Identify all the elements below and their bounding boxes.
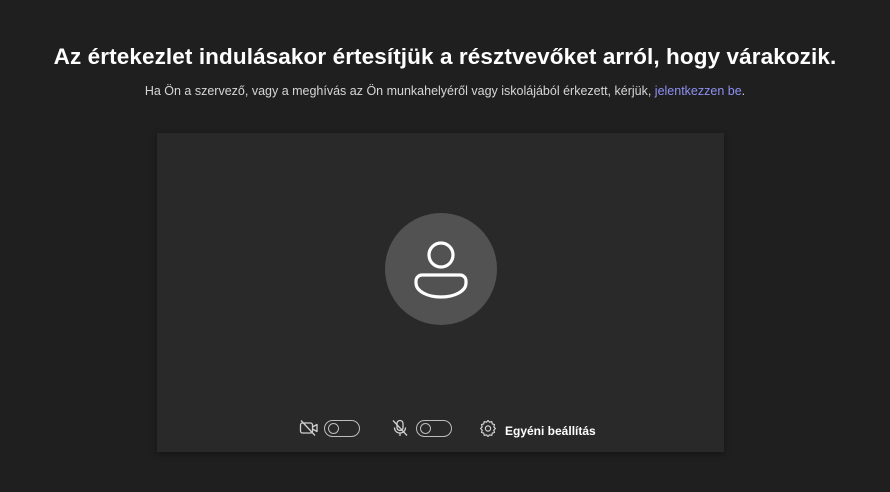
custom-settings-button[interactable]: Egyéni beállítás [505, 424, 596, 438]
page-title: Az értekezlet indulásakor értesítjük a r… [53, 44, 837, 69]
camera-toggle[interactable] [324, 420, 360, 437]
camera-toggle-knob [328, 423, 339, 434]
video-preview: Egyéni beállítás [157, 133, 724, 452]
avatar [385, 213, 497, 325]
person-icon [414, 241, 468, 299]
page-subtitle: Ha Ön a szervező, vagy a meghívás az Ön … [0, 84, 890, 98]
mic-toggle[interactable] [416, 420, 452, 437]
camera-off-icon[interactable] [299, 419, 319, 437]
mic-toggle-knob [420, 423, 431, 434]
subtitle-suffix: . [741, 84, 746, 98]
gear-icon[interactable] [479, 419, 497, 437]
mic-off-icon[interactable] [391, 419, 409, 437]
signin-link[interactable]: jelentkezzen be [655, 84, 742, 98]
subtitle-text: Ha Ön a szervező, vagy a meghívás az Ön … [144, 84, 655, 98]
prejoin-page: Az értekezlet indulásakor értesítjük a r… [0, 0, 890, 492]
device-controls: Egyéni beállítás [157, 416, 724, 442]
